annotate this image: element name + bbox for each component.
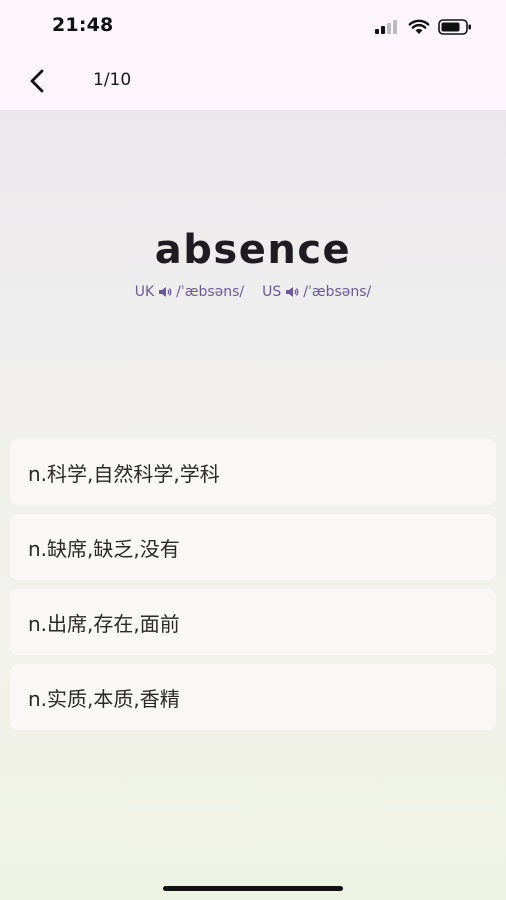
uk-phonetic: /ˈæbsəns/: [176, 284, 245, 300]
speaker-icon: [286, 287, 299, 297]
back-button[interactable]: [20, 66, 54, 96]
uk-pronunciation-button[interactable]: UK /ˈæbsəns/: [135, 284, 244, 300]
answer-option[interactable]: n.缺席,缺乏,没有: [10, 514, 496, 580]
speaker-icon: [159, 287, 172, 297]
status-icons: [374, 16, 472, 38]
home-indicator[interactable]: [163, 886, 343, 891]
answer-option[interactable]: n.实质,本质,香精: [10, 664, 496, 730]
word-card: absence UK /ˈæbsəns/ US /ˈæbsəns/: [0, 220, 506, 300]
us-label: US: [262, 284, 282, 300]
answer-option[interactable]: n.科学,自然科学,学科: [10, 439, 496, 505]
pronunciation-row: UK /ˈæbsəns/ US /ˈæbsəns/: [0, 284, 506, 300]
status-bar: 21:48: [0, 0, 506, 56]
uk-label: UK: [134, 284, 155, 300]
status-time: 21:48: [52, 14, 114, 36]
chevron-left-icon: [30, 69, 44, 93]
cellular-signal-icon: [375, 20, 397, 34]
battery-icon: [438, 19, 471, 35]
nav-bar: 1/10: [0, 56, 506, 110]
wifi-icon: [408, 19, 430, 34]
answer-option[interactable]: n.出席,存在,面前: [10, 589, 496, 655]
us-pronunciation-button[interactable]: US /ˈæbsəns/: [262, 284, 371, 300]
us-phonetic: /ˈæbsəns/: [303, 284, 372, 300]
progress-counter: 1/10: [93, 70, 132, 90]
word-title: absence: [154, 227, 352, 273]
answer-options: n.科学,自然科学,学科 n.缺席,缺乏,没有 n.出席,存在,面前 n.实质,…: [10, 439, 496, 739]
